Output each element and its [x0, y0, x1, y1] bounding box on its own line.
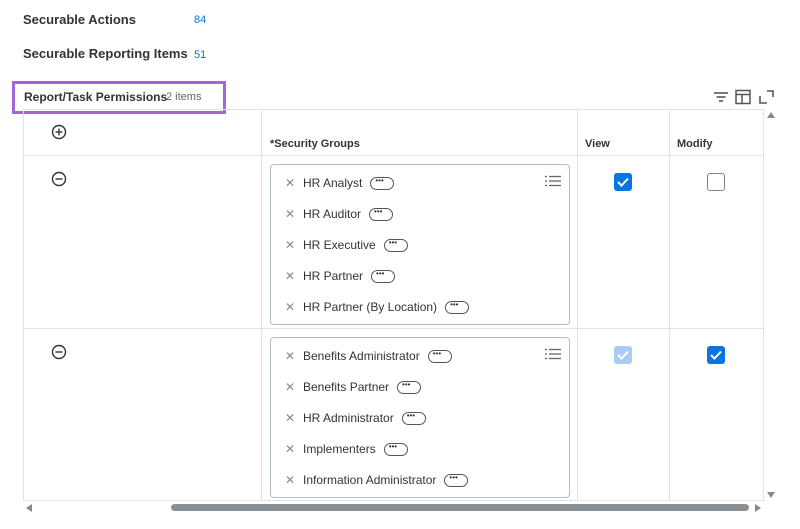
related-actions-icon[interactable]	[383, 238, 408, 252]
security-group-chip[interactable]: ✕ HR Analyst	[285, 174, 395, 192]
security-group-chip[interactable]: ✕ HR Executive	[285, 236, 408, 254]
modify-checkbox[interactable]	[707, 173, 725, 191]
related-actions-icon[interactable]	[397, 380, 422, 394]
securable-reporting-count[interactable]: 51	[194, 49, 206, 61]
related-actions-icon[interactable]	[445, 300, 470, 314]
modify-checkbox[interactable]	[707, 346, 725, 364]
securable-reporting-label: Securable Reporting Items	[23, 46, 188, 61]
related-actions-icon[interactable]	[444, 473, 469, 487]
remove-chip-icon[interactable]: ✕	[285, 473, 295, 487]
security-group-chip[interactable]: ✕ Implementers	[285, 440, 408, 458]
security-groups-field[interactable]: ✕HR Analyst ✕HR Auditor ✕HR Executive ✕H…	[270, 164, 570, 325]
vertical-scrollbar[interactable]	[764, 109, 778, 501]
related-actions-icon[interactable]	[383, 442, 408, 456]
list-icon[interactable]	[545, 175, 561, 187]
security-group-chip[interactable]: ✕ HR Partner	[285, 267, 396, 285]
security-group-chip[interactable]: ✕ HR Auditor	[285, 205, 394, 223]
list-icon[interactable]	[545, 348, 561, 360]
security-group-chip[interactable]: ✕ Benefits Administrator	[285, 347, 452, 365]
horizontal-scroll-thumb[interactable]	[171, 504, 749, 511]
security-group-chip[interactable]: ✕ HR Partner (By Location)	[285, 298, 470, 316]
grid-item-count: 2 items	[166, 91, 202, 103]
add-row-icon[interactable]	[51, 124, 67, 140]
permissions-grid: *Security Groups View Modify ✕ HR Analyst…	[23, 109, 764, 501]
remove-chip-icon[interactable]: ✕	[285, 300, 295, 314]
remove-chip-icon[interactable]: ✕	[285, 411, 295, 425]
filter-icon[interactable]	[712, 88, 730, 106]
remove-chip-icon[interactable]: ✕	[285, 380, 295, 394]
related-actions-icon[interactable]	[371, 269, 396, 283]
remove-chip-icon[interactable]: ✕	[285, 207, 295, 221]
related-actions-icon[interactable]	[427, 349, 452, 363]
column-header-view[interactable]: View	[585, 138, 610, 150]
horizontal-scrollbar[interactable]	[23, 501, 764, 515]
security-group-chip[interactable]: ✕ Benefits Partner	[285, 378, 422, 396]
related-actions-icon[interactable]	[370, 176, 395, 190]
security-group-chip[interactable]: ✕ HR Administrator	[285, 409, 426, 427]
remove-chip-icon[interactable]: ✕	[285, 349, 295, 363]
grid-title: Report/Task Permissions	[24, 90, 168, 104]
remove-row-icon[interactable]	[51, 344, 67, 360]
security-group-chip[interactable]: ✕ Information Administrator	[285, 471, 469, 489]
securable-actions-count[interactable]: 84	[194, 14, 206, 26]
view-checkbox	[614, 346, 632, 364]
view-checkbox[interactable]	[614, 173, 632, 191]
securable-actions-label: Securable Actions	[23, 12, 136, 27]
remove-chip-icon[interactable]: ✕	[285, 176, 295, 190]
column-header-security-groups[interactable]: *Security Groups	[270, 138, 360, 150]
related-actions-icon[interactable]	[401, 411, 426, 425]
column-header-modify[interactable]: Modify	[677, 138, 712, 150]
remove-chip-icon[interactable]: ✕	[285, 442, 295, 456]
remove-chip-icon[interactable]: ✕	[285, 238, 295, 252]
remove-chip-icon[interactable]: ✕	[285, 269, 295, 283]
column-layout-icon[interactable]	[734, 88, 752, 106]
remove-row-icon[interactable]	[51, 171, 67, 187]
security-groups-field[interactable]: ✕Benefits Administrator ✕Benefits Partne…	[270, 337, 570, 498]
fullscreen-icon[interactable]	[758, 88, 776, 106]
related-actions-icon[interactable]	[369, 207, 394, 221]
